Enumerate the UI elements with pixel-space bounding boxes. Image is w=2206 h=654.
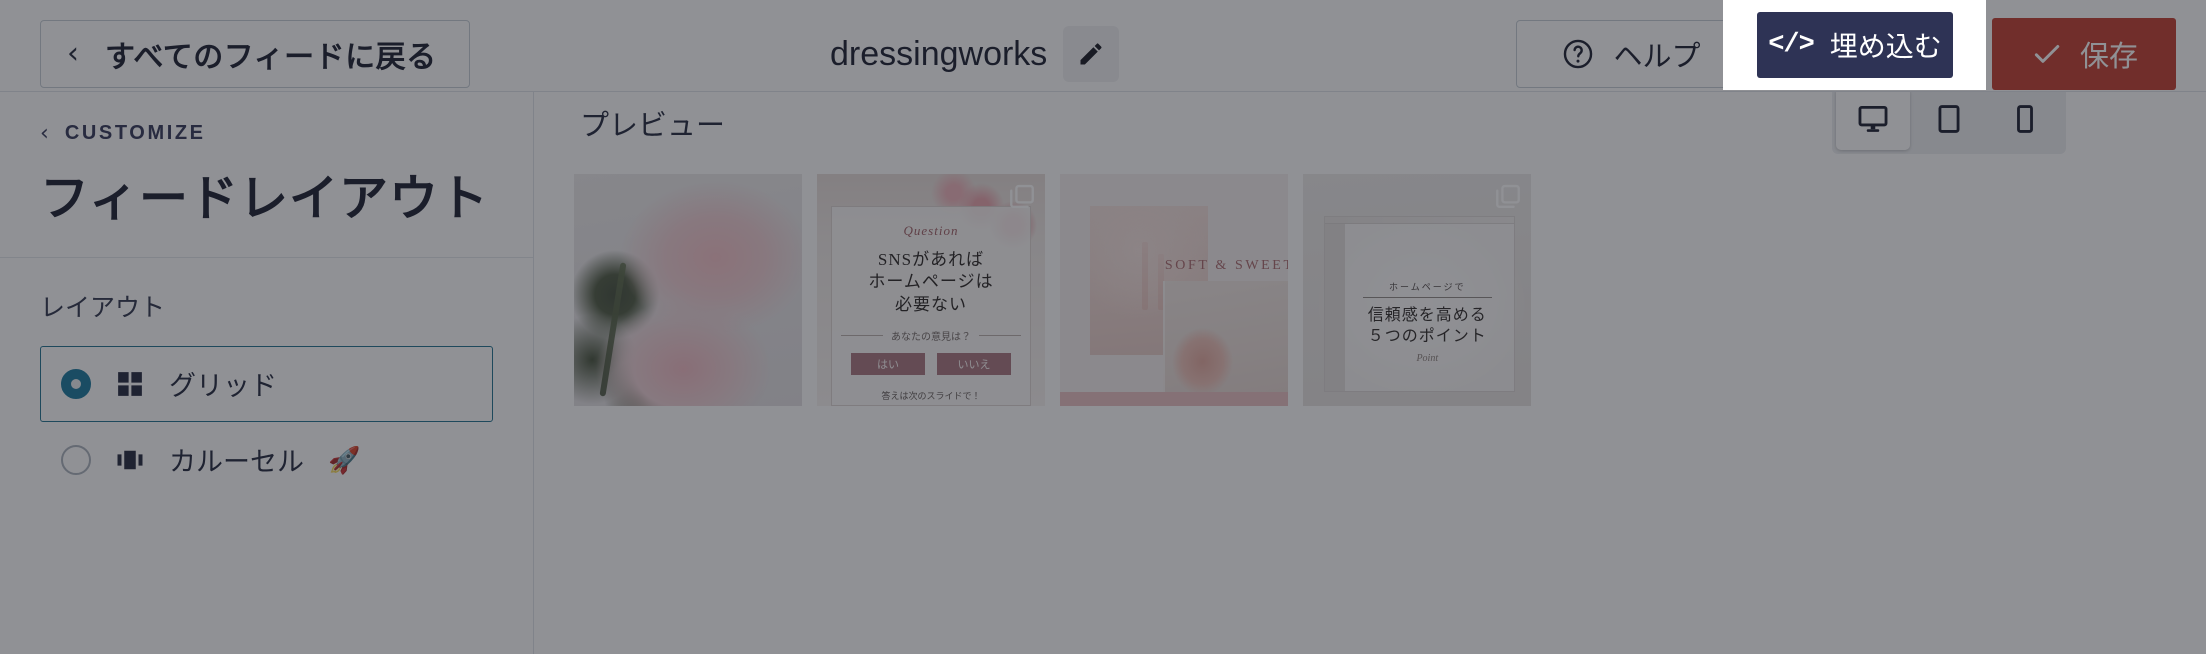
- edit-feed-name-button[interactable]: [1063, 26, 1120, 82]
- device-tablet-button[interactable]: [1912, 92, 1986, 150]
- embed-button[interactable]: </> 埋め込む: [1757, 12, 1953, 78]
- device-toggle-group: [1832, 92, 2066, 154]
- carousel-icon: [115, 445, 145, 475]
- layout-section-label: レイアウト: [40, 293, 166, 322]
- feed-title: dressingworks: [830, 34, 1048, 73]
- device-desktop-button[interactable]: [1836, 92, 1910, 150]
- back-button-label: すべてのフィードに戻る: [105, 41, 437, 74]
- preview-header: プレビュー: [534, 92, 2206, 154]
- help-button-label: ヘルプ: [1613, 41, 1701, 73]
- save-button-label: 保存: [2079, 41, 2138, 73]
- question-card-content: Question SNSがあれば ホームページは 必要ない あなたの意見は？ は…: [831, 206, 1031, 406]
- back-to-all-feeds-button[interactable]: ‹ すべてのフィードに戻る: [40, 20, 470, 88]
- trust-browser-window: ホームページで 信頼感を高める ５つのポイント Point: [1323, 215, 1516, 393]
- preview-tile-soft-and-sweet[interactable]: SOFT & SWEET: [1060, 174, 1288, 406]
- feed-layout-customizer: ‹ すべてのフィードに戻る dressingworks ヘルプ 保存 ‹ CUS…: [0, 0, 2206, 654]
- question-footer: 答えは次のスライドで！: [881, 391, 981, 402]
- save-button[interactable]: 保存: [1992, 18, 2176, 90]
- radio-carousel[interactable]: [61, 444, 91, 475]
- rocket-icon: 🚀: [328, 444, 361, 475]
- question-circle-icon: [1564, 39, 1593, 69]
- trust-eyebrow: ホームページで: [1388, 281, 1466, 292]
- trust-window-bar: [1324, 216, 1515, 224]
- carousel-badge-icon: [1010, 184, 1034, 208]
- question-button-yes: はい: [851, 353, 925, 376]
- layout-section: レイアウト グリッド カルーセル 🚀: [0, 258, 533, 498]
- radio-grid[interactable]: [61, 368, 91, 399]
- rose-stem: [599, 262, 627, 397]
- layout-option-carousel-label: カルーセル: [169, 447, 304, 478]
- question-answer-buttons: はい いいえ: [832, 353, 1030, 376]
- preview-tile-question-card[interactable]: Question SNSがあれば ホームページは 必要ない あなたの意見は？ は…: [817, 174, 1045, 406]
- desktop-icon: [1858, 105, 1888, 132]
- trust-text-block: ホームページで 信頼感を高める ５つのポイント Point: [1349, 280, 1507, 365]
- embed-button-label: 埋め込む: [1829, 31, 1942, 62]
- soft-bottom-strip: [1060, 392, 1288, 406]
- layout-option-grid-label: グリッド: [169, 371, 277, 402]
- layout-option-grid[interactable]: グリッド: [40, 345, 493, 422]
- sidebar-header: ‹ CUSTOMIZE フィードレイアウト: [0, 92, 533, 258]
- soft-and-sweet-title: SOFT & SWEET: [1164, 257, 1288, 273]
- device-mobile-button[interactable]: [1988, 92, 2062, 150]
- question-script-text: Question: [903, 223, 959, 238]
- trust-line1: 信頼感を高める: [1367, 306, 1487, 324]
- trust-line2: ５つのポイント: [1367, 327, 1487, 345]
- preview-tile-trust-points[interactable]: ホームページで 信頼感を高める ５つのポイント Point: [1303, 174, 1531, 406]
- preview-tile-rose-photo[interactable]: [574, 174, 802, 406]
- chevron-left-icon: ‹: [40, 120, 49, 146]
- code-brackets-icon: </>: [1768, 30, 1815, 60]
- layout-option-carousel[interactable]: カルーセル 🚀: [40, 421, 493, 498]
- preview-label: プレビュー: [580, 110, 726, 142]
- feed-title-group: dressingworks: [830, 20, 1120, 88]
- page-title: フィードレイアウト: [40, 172, 490, 226]
- pencil-icon: [1080, 43, 1102, 65]
- carousel-badge-icon: [1496, 184, 1520, 208]
- customize-sidebar: ‹ CUSTOMIZE フィードレイアウト レイアウト グリッド カルーセル 🚀: [0, 92, 534, 654]
- rose-photo-image: [574, 174, 802, 406]
- breadcrumb[interactable]: ‹ CUSTOMIZE: [40, 122, 493, 145]
- trust-window-sidebar: [1324, 223, 1345, 392]
- question-subtitle: あなたの意見は？: [891, 332, 971, 344]
- tablet-icon: [1938, 105, 1960, 133]
- mobile-icon: [2017, 105, 2033, 133]
- question-heading-line2: ホームページは: [868, 272, 994, 292]
- preview-grid: Question SNSがあれば ホームページは 必要ない あなたの意見は？ は…: [574, 174, 2170, 406]
- soft-photo-products: [1162, 280, 1288, 406]
- preview-panel: プレビュー Question SNSがあれば ホームページは 必要ない あなたの…: [534, 92, 2206, 654]
- question-heading-line3: 必要ない: [895, 294, 967, 314]
- question-heading-line1: SNSがあれば: [877, 250, 985, 269]
- grid-icon: [115, 369, 145, 399]
- question-button-no: いいえ: [937, 353, 1011, 376]
- soft-and-sweet-image: SOFT & SWEET: [1060, 174, 1288, 406]
- check-icon: [2034, 45, 2060, 63]
- trust-script: Point: [1416, 353, 1439, 365]
- chevron-left-icon: ‹: [67, 36, 79, 71]
- help-button[interactable]: ヘルプ: [1516, 20, 1746, 88]
- trust-divider: [1362, 296, 1493, 298]
- breadcrumb-label: CUSTOMIZE: [64, 122, 206, 144]
